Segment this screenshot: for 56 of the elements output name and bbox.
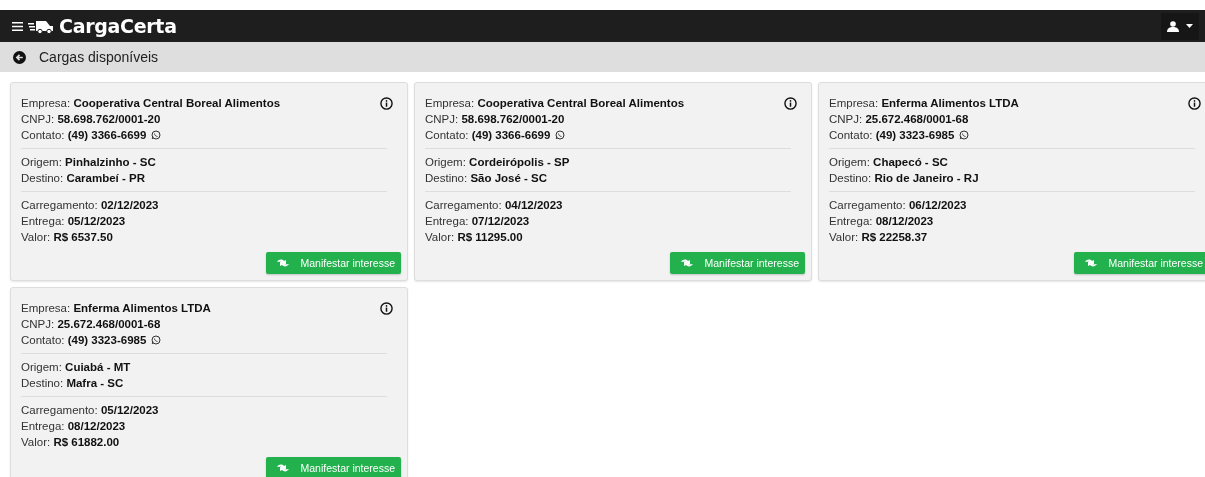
detail-text: Carregamento: 05/12/2023 [21, 403, 159, 418]
detail-text: CNPJ: 25.672.468/0001-68 [829, 112, 969, 127]
detail-text: Contato: (49) 3366-6699 [21, 128, 147, 143]
interest-button[interactable]: Manifestar interesse [1074, 252, 1205, 274]
detail-text: Destino: Carambeí - PR [21, 171, 145, 186]
whatsapp-icon[interactable] [151, 335, 162, 345]
info-icon[interactable] [784, 97, 797, 110]
detail-text: Valor: R$ 6537.50 [21, 230, 113, 245]
detail-text: Origem: Cordeirópolis - SP [425, 155, 570, 170]
caret-icon [1186, 24, 1193, 28]
info-icon[interactable] [1188, 97, 1201, 110]
swap-icon [276, 462, 291, 474]
detail-text: CNPJ: 58.698.762/0001-20 [21, 112, 161, 127]
detail-text: Entrega: 07/12/2023 [425, 214, 530, 229]
detail-text: Origem: Chapecó - SC [829, 155, 948, 170]
detail-text: Destino: São José - SC [425, 171, 548, 186]
swap-icon [276, 257, 291, 269]
page-title: Cargas disponíveis [39, 49, 159, 65]
detail-text: CNPJ: 25.672.468/0001-68 [21, 317, 161, 332]
detail-text: Carregamento: 02/12/2023 [21, 198, 159, 213]
user-icon [1167, 20, 1179, 32]
detail-text: Carregamento: 04/12/2023 [425, 198, 563, 213]
swap-icon [1084, 257, 1099, 269]
detail-text: Empresa: Enferma Alimentos LTDA [21, 301, 211, 316]
detail-text: Empresa: Cooperativa Central Boreal Alimentos [21, 96, 281, 111]
interest-button[interactable]: Manifestar interesse [266, 252, 401, 274]
swap-icon [680, 257, 695, 269]
detail-text: Valor: R$ 61882.00 [21, 435, 120, 450]
detail-text: Empresa: Enferma Alimentos LTDA [829, 96, 1019, 111]
back-icon[interactable] [13, 50, 26, 64]
whatsapp-icon[interactable] [151, 130, 162, 140]
truck-icon [28, 18, 54, 34]
info-icon[interactable] [380, 97, 393, 110]
detail-text: Entrega: 05/12/2023 [21, 214, 126, 229]
detail-text: Carregamento: 06/12/2023 [829, 198, 967, 213]
detail-text: Valor: R$ 11295.00 [425, 230, 523, 245]
app-title: CargaCerta [59, 15, 177, 37]
info-icon[interactable] [380, 302, 393, 315]
detail-text: Contato: (49) 3366-6699 [425, 128, 551, 143]
detail-text: Valor: R$ 22258.37 [829, 230, 928, 245]
whatsapp-icon[interactable] [959, 130, 970, 140]
detail-text: Origem: Cuiabá - MT [21, 360, 131, 375]
detail-text: Empresa: Cooperativa Central Boreal Alimentos [425, 96, 685, 111]
menu-icon[interactable] [12, 21, 23, 31]
detail-text: Contato: (49) 3323-6985 [21, 333, 147, 348]
detail-text: Entrega: 08/12/2023 [21, 419, 126, 434]
detail-text: Destino: Rio de Janeiro - RJ [829, 171, 979, 186]
detail-text: Origem: Pinhalzinho - SC [21, 155, 156, 170]
whatsapp-icon[interactable] [555, 130, 566, 140]
interest-button[interactable]: Manifestar interesse [266, 457, 401, 477]
detail-text: Contato: (49) 3323-6985 [829, 128, 955, 143]
detail-text: Entrega: 08/12/2023 [829, 214, 934, 229]
interest-button[interactable]: Manifestar interesse [670, 252, 805, 274]
detail-text: CNPJ: 58.698.762/0001-20 [425, 112, 565, 127]
user-menu-button[interactable] [1161, 12, 1199, 40]
detail-text: Destino: Mafra - SC [21, 376, 124, 391]
